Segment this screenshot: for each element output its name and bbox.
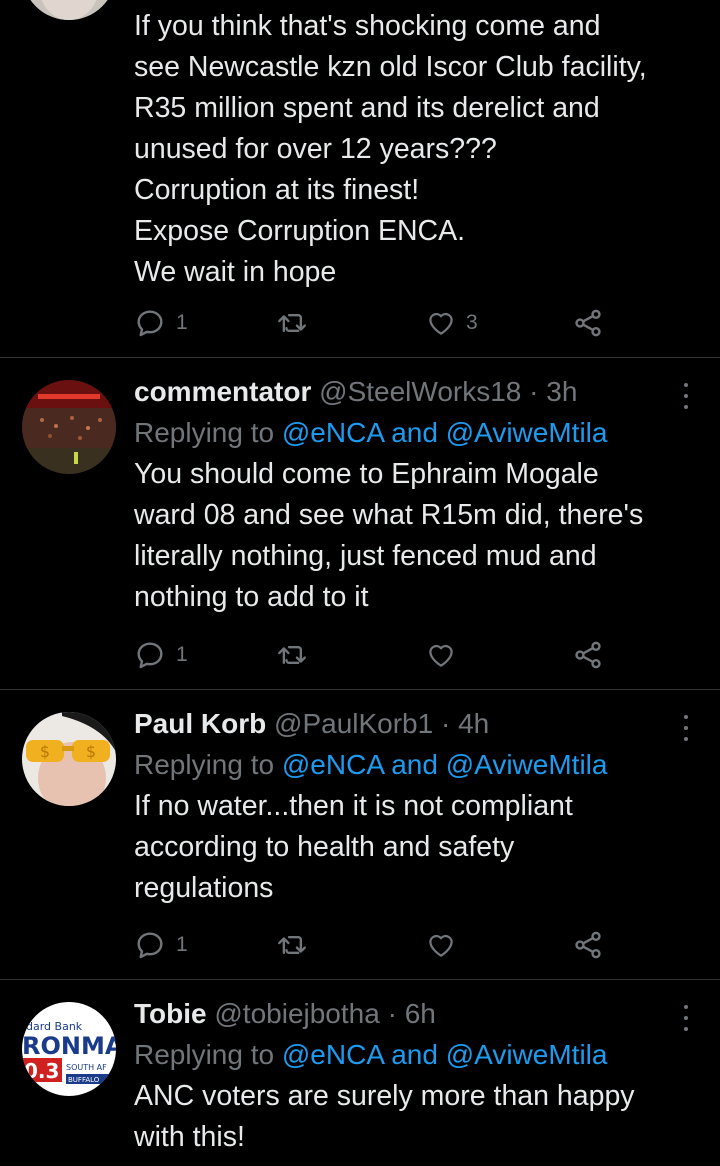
- display-name[interactable]: Paul Korb: [134, 708, 266, 739]
- tweet-2[interactable]: $ $ Paul Korb @PaulKorb1 · 4h Replying t…: [0, 690, 720, 980]
- timestamp[interactable]: · 4h: [441, 708, 489, 739]
- ironman-banner-avatar-image: dard Bank RONMA 0.3 SOUTH AF BUFFALO: [22, 1002, 116, 1096]
- tweet-header: Paul Korb @PaulKorb1 · 4h: [134, 704, 680, 744]
- handle[interactable]: @PaulKorb1: [274, 708, 433, 739]
- tweet-text: If no water...then it is not compliant a…: [134, 790, 573, 904]
- like-button[interactable]: [426, 635, 466, 675]
- mention-link[interactable]: @eNCA: [282, 1039, 384, 1070]
- mention-link[interactable]: @eNCA: [282, 749, 384, 780]
- retweet-button[interactable]: [276, 635, 320, 675]
- retweet-icon: [278, 935, 306, 955]
- reply-button[interactable]: 1: [134, 925, 188, 965]
- stadium-avatar-image: [22, 380, 116, 474]
- reply-button[interactable]: 1: [134, 635, 188, 675]
- more-options-icon[interactable]: [676, 712, 696, 746]
- tweet-3[interactable]: dard Bank RONMA 0.3 SOUTH AF BUFFALO Tob…: [0, 980, 720, 1166]
- svg-text:0.3: 0.3: [24, 1059, 59, 1083]
- more-options-icon[interactable]: [676, 1002, 696, 1036]
- handle[interactable]: @tobiejbotha: [214, 998, 379, 1029]
- avatar[interactable]: [22, 0, 116, 20]
- heart-icon: [429, 644, 453, 667]
- timestamp[interactable]: · 6h: [388, 998, 436, 1029]
- svg-text:BUFFALO: BUFFALO: [68, 1076, 100, 1084]
- reply-button[interactable]: 1: [134, 303, 188, 343]
- tweet-text: ANC voters are surely more than happy wi…: [134, 1080, 635, 1153]
- reply-count: 1: [176, 311, 188, 334]
- display-name[interactable]: commentator: [134, 376, 311, 407]
- tweet-header: commentator @SteelWorks18 · 3h: [134, 372, 680, 412]
- svg-text:$: $: [40, 742, 50, 761]
- share-icon: [575, 931, 601, 959]
- retweet-button[interactable]: [276, 925, 320, 965]
- person-sunglasses-avatar-image: $ $: [22, 712, 116, 806]
- share-button[interactable]: [572, 303, 604, 343]
- tweet-1[interactable]: commentator @SteelWorks18 · 3h Replying …: [0, 358, 720, 690]
- heart-icon: [429, 934, 453, 957]
- mention-link[interactable]: @eNCA: [282, 417, 384, 448]
- tweet-text: If you think that's shocking come and se…: [134, 10, 647, 288]
- display-name[interactable]: Tobie: [134, 998, 207, 1029]
- heart-icon: [429, 312, 453, 335]
- retweet-icon: [278, 645, 306, 665]
- avatar[interactable]: [22, 380, 116, 474]
- avatar-image: [22, 0, 116, 20]
- retweet-button[interactable]: [276, 303, 320, 343]
- handle[interactable]: @SteelWorks18: [319, 376, 521, 407]
- more-options-icon[interactable]: [676, 380, 696, 414]
- like-button[interactable]: [426, 925, 466, 965]
- avatar[interactable]: $ $: [22, 712, 116, 806]
- reply-icon: [137, 310, 163, 337]
- replying-to: Replying to @eNCA and @AviweMtila: [134, 1039, 608, 1070]
- svg-text:$: $: [86, 742, 96, 761]
- tweet-text: You should come to Ephraim Mogale ward 0…: [134, 458, 644, 613]
- tweet-header: Tobie @tobiejbotha · 6h: [134, 994, 680, 1034]
- share-button[interactable]: [572, 925, 604, 965]
- mention-link[interactable]: @AviweMtila: [446, 1039, 608, 1070]
- avatar[interactable]: dard Bank RONMA 0.3 SOUTH AF BUFFALO: [22, 1002, 116, 1096]
- timestamp[interactable]: · 3h: [529, 376, 577, 407]
- reply-icon: [137, 642, 163, 669]
- tweet-0[interactable]: If you think that's shocking come and se…: [0, 0, 720, 358]
- like-count: 3: [466, 311, 478, 334]
- svg-text:SOUTH AF: SOUTH AF: [66, 1063, 107, 1072]
- reply-count: 1: [176, 643, 188, 666]
- replying-to: Replying to @eNCA and @AviweMtila: [134, 749, 608, 780]
- reply-count: 1: [176, 933, 188, 956]
- mention-link[interactable]: @AviweMtila: [446, 417, 608, 448]
- replying-to: Replying to @eNCA and @AviweMtila: [134, 417, 608, 448]
- share-icon: [575, 641, 601, 669]
- retweet-icon: [278, 313, 306, 333]
- like-button[interactable]: 3: [426, 303, 478, 343]
- svg-text:RONMA: RONMA: [22, 1032, 116, 1060]
- mention-link[interactable]: @AviweMtila: [446, 749, 608, 780]
- reply-icon: [137, 932, 163, 959]
- share-icon: [575, 309, 601, 337]
- share-button[interactable]: [572, 635, 604, 675]
